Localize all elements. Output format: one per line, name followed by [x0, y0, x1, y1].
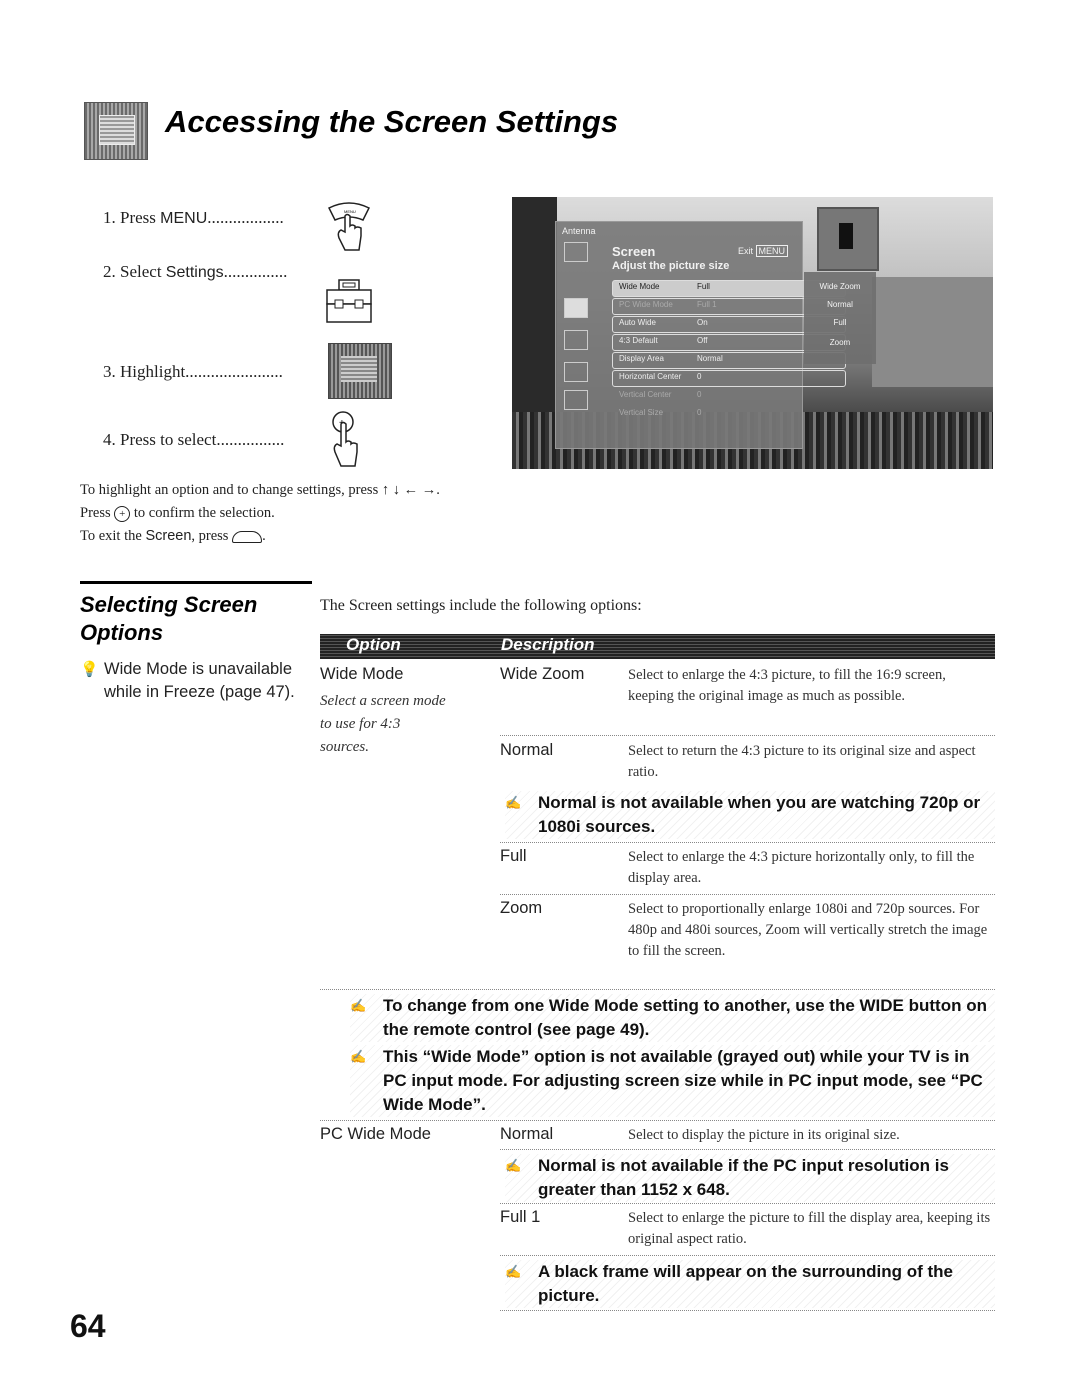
section-rule	[80, 581, 312, 584]
note-pc-normal-unavailable: ✍ Normal is not available if the PC inpu…	[505, 1154, 995, 1202]
row-divider	[500, 1310, 995, 1311]
instruction-line-1: To highlight an option and to change set…	[80, 482, 440, 498]
leader-dots: ..................	[207, 208, 284, 227]
tv-screen-menu-screenshot: Antenna Screen Exit MENU Adjust the pict…	[512, 197, 993, 469]
submenu-item[interactable]: Full	[804, 318, 876, 327]
step-text: Highlight	[120, 362, 186, 381]
step-text: Press	[120, 208, 161, 227]
select-button-icon: +	[114, 505, 131, 522]
step-text: Press to select	[120, 430, 217, 449]
osd-row-vertical-size[interactable]: Vertical Size 0	[612, 406, 846, 423]
osd-screen-icon	[564, 298, 588, 318]
note-black-frame: ✍ A black frame will appear on the surro…	[505, 1260, 995, 1308]
note-pen-icon: ✍	[350, 1049, 367, 1064]
row-divider	[500, 1255, 995, 1256]
step-4: 4. Press to select................	[103, 430, 284, 450]
note-wide-button: ✍ To change from one Wide Mode setting t…	[350, 994, 995, 1042]
osd-menu-panel: Antenna Screen Exit MENU Adjust the pict…	[555, 221, 846, 449]
leader-dots: .......................	[185, 362, 283, 381]
osd-parental-icon	[564, 362, 588, 382]
step-number: 3.	[103, 362, 116, 381]
note-normal-unavailable: ✍ Normal is not available when you are w…	[505, 791, 995, 839]
step-number: 2.	[103, 262, 116, 281]
osd-exit: Exit MENU	[738, 245, 789, 257]
desc-wide-zoom: Select to enlarge the 4:3 picture, to fi…	[628, 667, 946, 704]
hint-box: 💡 Wide Mode is unavailable while in Free…	[80, 660, 295, 701]
leader-dots: ................	[216, 430, 285, 449]
step-2: 2. Select Settings...............	[103, 262, 287, 282]
osd-row-vertical-center[interactable]: Vertical Center 0	[612, 388, 846, 405]
desc-full: Select to enlarge the 4:3 picture horizo…	[628, 849, 975, 886]
osd-wide-mode-submenu: Wide Zoom Normal Full Zoom	[804, 272, 876, 364]
screen-menu-icon	[328, 343, 392, 399]
option-wide-mode: Wide Mode	[320, 665, 404, 683]
options-intro: The Screen settings include the followin…	[320, 597, 642, 614]
osd-source: Antenna	[562, 226, 596, 236]
step-text: Select	[120, 262, 166, 281]
instruction-line-3: To exit the Screen, press .	[80, 528, 266, 544]
desc-normal: Select to return the 4:3 picture to its …	[628, 743, 976, 780]
value-zoom: Zoom	[500, 899, 543, 917]
section-title: Selecting Screen Options	[80, 592, 258, 645]
desc-pc-normal: Select to display the picture in its ori…	[628, 1127, 900, 1143]
menu-press-icon: MENU	[327, 202, 371, 251]
value-normal: Normal	[500, 741, 554, 759]
value-full: Full	[500, 847, 527, 865]
osd-channel-icon	[564, 330, 588, 350]
value-full-1: Full 1	[500, 1208, 541, 1226]
step-1: 1. Press MENU..................	[103, 208, 284, 228]
submenu-item[interactable]: Zoom	[804, 338, 876, 347]
step-number: 1.	[103, 208, 116, 227]
header-option: Option	[346, 635, 401, 654]
desc-zoom: Select to proportionally enlarge 1080i a…	[628, 901, 988, 959]
row-divider	[500, 894, 995, 895]
step-key: MENU	[160, 210, 208, 227]
option-wide-mode-note: Select a screen mode to use for 4:3 sour…	[320, 693, 446, 755]
options-table-header: Option Description	[320, 634, 995, 659]
note-pen-icon: ✍	[505, 1158, 522, 1173]
row-divider	[500, 842, 995, 843]
instruction-line-2: Press + to confirm the selection.	[80, 505, 275, 522]
row-divider	[320, 989, 995, 990]
lightbulb-hint-icon: 💡	[80, 661, 99, 678]
osd-menu-title: Screen	[612, 244, 656, 259]
screen-settings-icon	[84, 102, 148, 160]
osd-picture-icon	[564, 242, 588, 262]
option-pc-wide-mode: PC Wide Mode	[320, 1125, 431, 1143]
arrow-keys-icon: ↑ ↓ ← →.	[381, 482, 440, 498]
osd-row-horizontal-center[interactable]: Horizontal Center 0	[612, 370, 846, 387]
step-key: Settings	[165, 264, 224, 281]
row-divider	[500, 1149, 995, 1150]
page-title: Accessing the Screen Settings	[165, 104, 619, 139]
leader-dots: ...............	[223, 262, 288, 281]
osd-subtitle: Adjust the picture size	[612, 260, 730, 272]
submenu-item[interactable]: Wide Zoom	[804, 282, 876, 291]
row-divider	[500, 1203, 995, 1204]
step-3: 3. Highlight.......................	[103, 362, 283, 382]
select-button-press-icon: +	[332, 411, 358, 467]
step-number: 4.	[103, 430, 116, 449]
note-pen-icon: ✍	[505, 1264, 522, 1279]
row-divider	[500, 735, 995, 736]
page-number: 64	[70, 1308, 106, 1344]
note-pc-input-mode: ✍ This “Wide Mode” option is not availab…	[350, 1045, 995, 1117]
header-description: Description	[501, 635, 595, 654]
svg-text:MENU: MENU	[344, 209, 356, 214]
value-pc-normal: Normal	[500, 1125, 554, 1143]
note-pen-icon: ✍	[505, 795, 522, 810]
submenu-item[interactable]: Normal	[804, 300, 876, 309]
settings-toolbox-icon	[326, 279, 372, 323]
note-pen-icon: ✍	[350, 998, 367, 1013]
desc-full-1: Select to enlarge the picture to fill th…	[628, 1210, 991, 1247]
osd-sound-icon	[564, 277, 586, 295]
menu-button-icon	[232, 530, 263, 543]
row-divider	[320, 1120, 995, 1121]
value-wide-zoom: Wide Zoom	[500, 665, 585, 683]
osd-setup-icon	[564, 390, 588, 410]
